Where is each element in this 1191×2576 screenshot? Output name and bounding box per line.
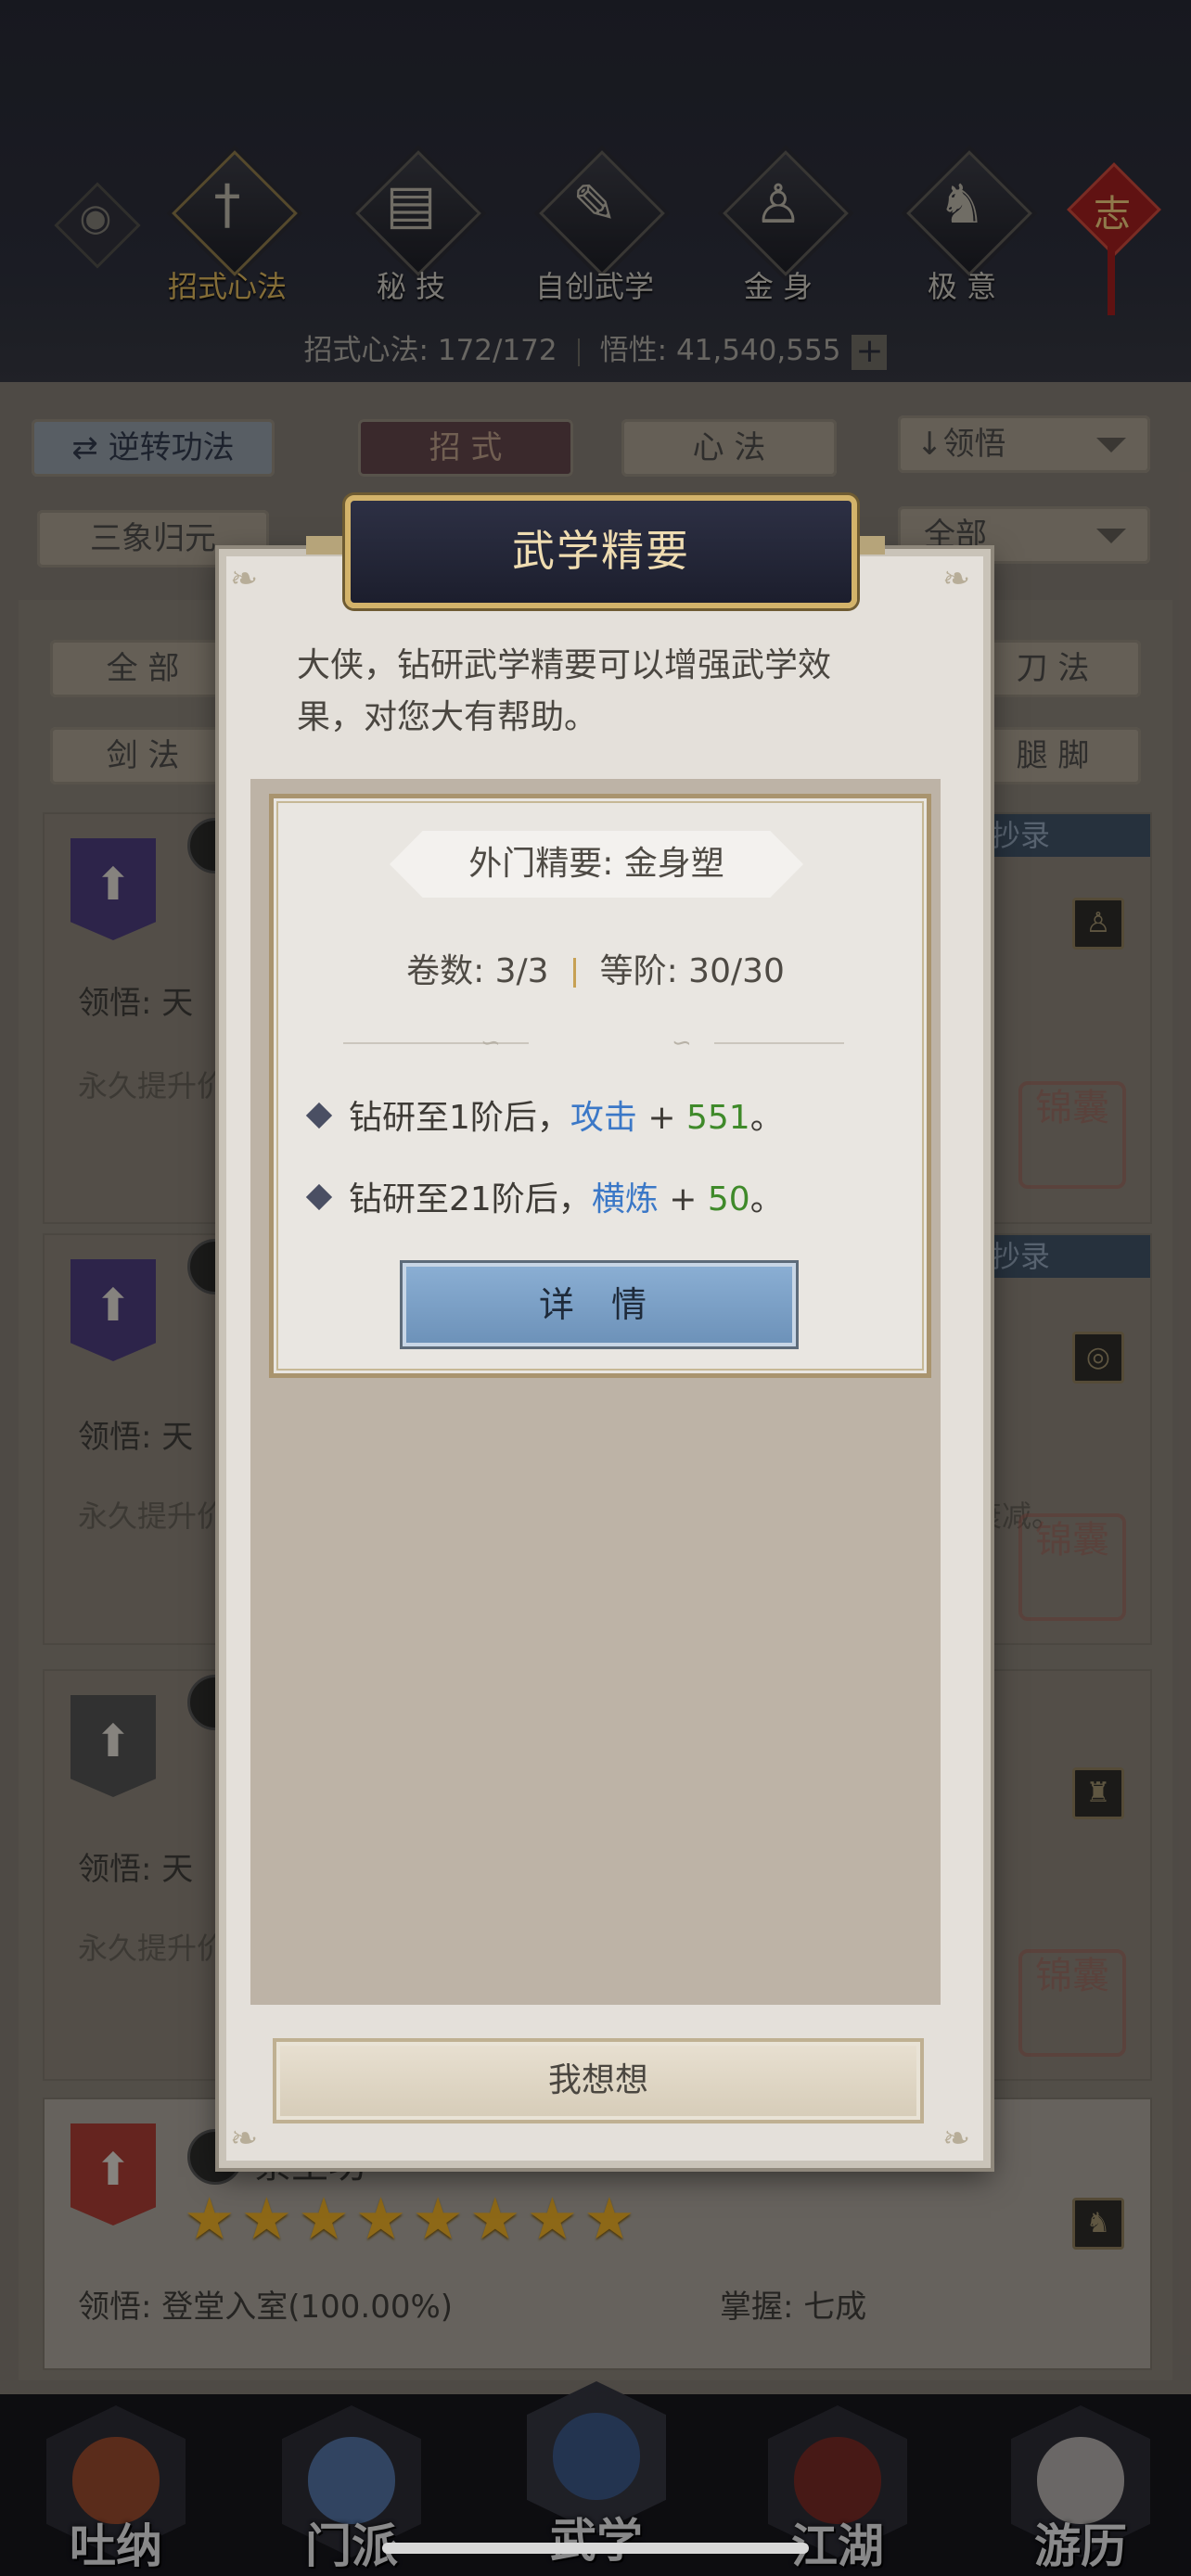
divider-left bbox=[343, 1042, 529, 1044]
corner-ornament-icon: ❧ bbox=[230, 560, 259, 598]
bonus-suffix: 。 bbox=[749, 1180, 784, 1218]
essence-tag: 外门精要: 金身塑 bbox=[390, 831, 803, 898]
divider-ornament-icon: ∽ bbox=[672, 1029, 692, 1057]
bonus-plus: + bbox=[636, 1099, 686, 1137]
bonus-stat: 横炼 bbox=[591, 1180, 659, 1218]
bonus-value: 551 bbox=[685, 1099, 750, 1137]
diamond-bullet-icon bbox=[305, 1102, 333, 1129]
divider-ornament-icon: ∽ bbox=[480, 1029, 501, 1057]
bonus-plus: + bbox=[658, 1180, 708, 1218]
rank-level: 等阶: 30/30 bbox=[599, 952, 785, 990]
bonus-suffix: 。 bbox=[749, 1099, 784, 1137]
corner-ornament-icon: ❧ bbox=[942, 2120, 971, 2158]
bonus-line: 钻研至21阶后，横炼 + 50。 bbox=[305, 1172, 784, 1220]
divider-right bbox=[714, 1042, 844, 1044]
bonus-stat: 攻击 bbox=[570, 1099, 637, 1137]
think-again-button[interactable]: 我想想 bbox=[273, 2038, 924, 2123]
home-indicator[interactable] bbox=[382, 2543, 809, 2554]
corner-ornament-icon: ❧ bbox=[230, 2120, 259, 2158]
dialog-intro: 大侠，钻研武学精要可以增强武学效果，对您大有帮助。 bbox=[297, 646, 832, 736]
bonus-prefix: 钻研至21阶后， bbox=[349, 1180, 592, 1218]
essence-meta: 卷数: 3/3 等阶: 30/30 bbox=[269, 944, 922, 992]
details-button[interactable]: 详 情 bbox=[403, 1263, 796, 1346]
corner-ornament-icon: ❧ bbox=[942, 560, 971, 598]
dialog-title: 武学精要 bbox=[345, 495, 857, 608]
bonus-line: 钻研至1阶后，攻击 + 551。 bbox=[305, 1090, 784, 1139]
volume-count: 卷数: 3/3 bbox=[406, 952, 549, 990]
bonus-value: 50 bbox=[707, 1180, 750, 1218]
bonus-prefix: 钻研至1阶后， bbox=[349, 1099, 570, 1137]
diamond-bullet-icon bbox=[305, 1183, 333, 1211]
